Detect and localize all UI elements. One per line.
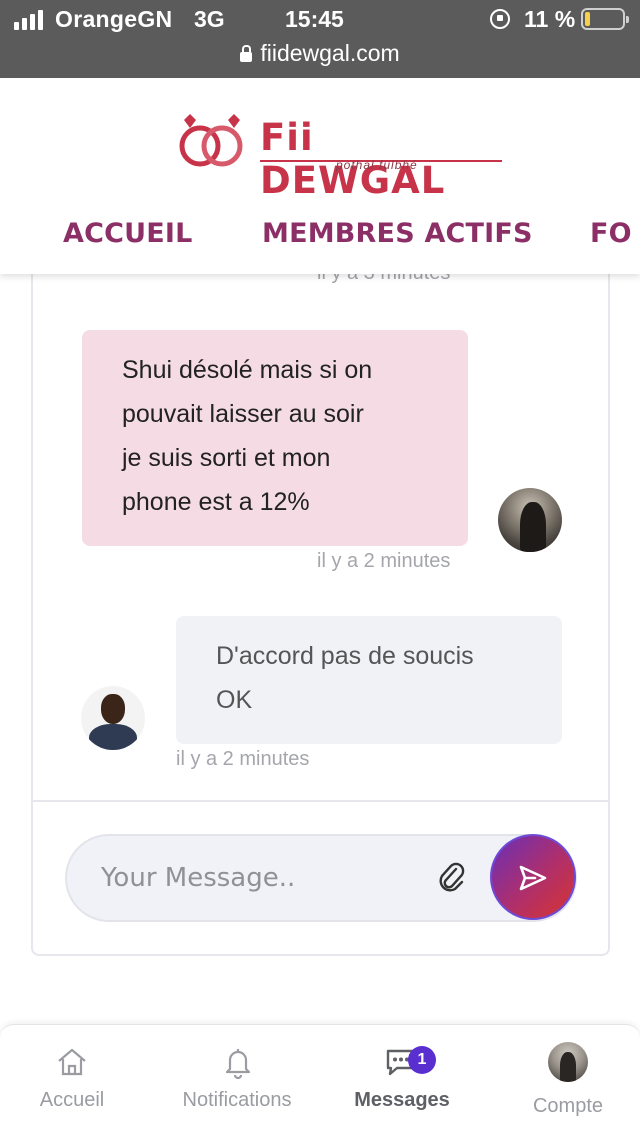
rings-logo-icon <box>179 114 243 167</box>
url-text: fiidewgal.com <box>260 40 400 66</box>
message-line: Shui désolé mais si on <box>122 356 373 384</box>
send-button[interactable] <box>490 834 576 920</box>
outgoing-message: D'accord pas de soucis OK <box>176 616 562 744</box>
address-bar[interactable]: fiidewgal.com <box>0 40 640 67</box>
bottom-nav-accueil[interactable]: Accueil <box>18 1025 126 1136</box>
account-avatar[interactable] <box>548 1042 588 1082</box>
user-avatar[interactable] <box>81 686 145 750</box>
site-header: Fii DEWGAL pothal fulbhé ACCUEIL MEMBRES… <box>0 78 640 274</box>
bottom-nav-messages[interactable]: Messages <box>342 1025 462 1136</box>
nav-item-forum[interactable]: FO <box>590 218 632 249</box>
page: OrangeGN 3G 15:45 11 % fiidewgal.com Fii… <box>0 0 640 1136</box>
unread-badge: 1 <box>408 1046 436 1074</box>
bell-icon <box>225 1049 251 1079</box>
signal-icon <box>14 10 43 30</box>
carrier-name: OrangeGN <box>55 6 173 32</box>
message-line: je suis sorti et mon <box>122 444 331 472</box>
clock: 15:45 <box>285 6 344 32</box>
status-bar: OrangeGN 3G 15:45 11 % fiidewgal.com <box>0 0 640 78</box>
message-line: phone est a 12% <box>122 488 310 516</box>
message-timestamp: il y a 2 minutes <box>176 748 310 770</box>
logo-subtitle: pothal fulbhé <box>336 158 418 172</box>
composer-divider <box>33 800 608 802</box>
nav-item-membres-actifs[interactable]: MEMBRES ACTIFS <box>262 218 533 249</box>
home-icon <box>58 1048 86 1076</box>
bottom-nav-label: Compte <box>532 1095 604 1117</box>
send-icon <box>519 865 547 891</box>
bottom-nav-label: Notifications <box>182 1089 292 1111</box>
message-input[interactable] <box>101 858 421 898</box>
bottom-nav-notifications[interactable]: Notifications <box>168 1025 306 1136</box>
incoming-message: Shui désolé mais si on pouvait laisser a… <box>82 330 468 546</box>
network-type: 3G <box>194 6 225 32</box>
nav-item-accueil[interactable]: ACCUEIL <box>63 218 193 249</box>
message-timestamp: il y a 2 minutes <box>317 550 451 572</box>
lock-icon <box>240 45 253 62</box>
paperclip-icon[interactable] <box>437 860 467 896</box>
message-line: pouvait laisser au soir <box>122 400 364 428</box>
site-logo[interactable]: Fii DEWGAL pothal fulbhé <box>176 106 506 202</box>
bottom-nav-label: Messages <box>354 1089 450 1111</box>
message-line: OK <box>216 686 253 714</box>
bottom-nav: Accueil Notifications Messages Compte <box>0 1024 640 1136</box>
bottom-nav-label: Accueil <box>39 1089 105 1111</box>
main-nav: ACCUEIL MEMBRES ACTIFS FO <box>0 216 640 256</box>
chat-panel: il y a 3 minutes Shui désolé mais si on … <box>31 240 610 956</box>
battery-percent: 11 % <box>524 6 576 32</box>
battery-icon <box>581 8 629 30</box>
contact-avatar[interactable] <box>498 488 562 552</box>
rotation-lock-icon <box>490 9 510 29</box>
message-line: D'accord pas de soucis <box>216 642 474 670</box>
